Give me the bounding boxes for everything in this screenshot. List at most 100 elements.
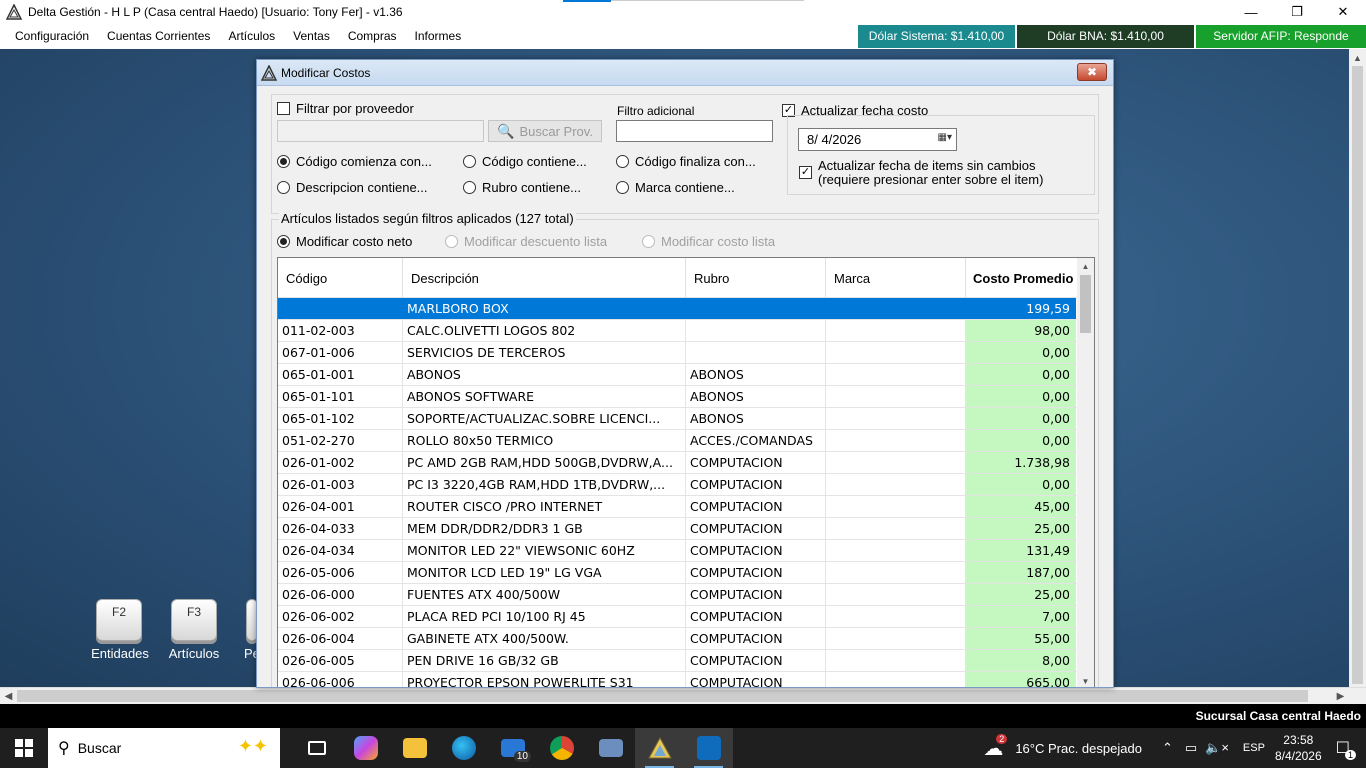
- desktop-vertical-scrollbar[interactable]: ▲: [1349, 49, 1366, 687]
- table-row[interactable]: 065-01-101 ABONOS SOFTWARE ABONOS 0,00: [278, 386, 1078, 408]
- cell-costo-promedio[interactable]: 0,00: [966, 386, 1076, 407]
- radio-icon[interactable]: [463, 181, 476, 194]
- cell-costo-promedio[interactable]: 25,00: [966, 518, 1076, 539]
- dialog-close-button[interactable]: ✖: [1077, 63, 1107, 81]
- table-row[interactable]: 026-04-033 MEM DDR/DDR2/DDR3 1 GB COMPUTAC…: [278, 518, 1078, 540]
- radio-modificar-costo-lista[interactable]: Modificar costo lista: [642, 234, 775, 249]
- cell-costo-promedio[interactable]: 0,00: [966, 364, 1076, 385]
- radio-icon[interactable]: [463, 155, 476, 168]
- shortcut-label-entidades[interactable]: Entidades: [85, 646, 155, 661]
- f2-key-icon[interactable]: F2: [96, 599, 142, 641]
- chevron-up-icon[interactable]: ⌃: [1162, 740, 1173, 756]
- grid-scroll-thumb[interactable]: [1080, 275, 1091, 333]
- cell-costo-promedio[interactable]: 0,00: [966, 342, 1076, 363]
- radio-modificar-costo-neto[interactable]: Modificar costo neto: [277, 234, 412, 249]
- scroll-thumb[interactable]: [1352, 66, 1363, 684]
- cell-costo-promedio[interactable]: 0,00: [966, 408, 1076, 429]
- scroll-right-icon[interactable]: ▶: [1332, 688, 1349, 705]
- task-view-icon[interactable]: [292, 728, 341, 768]
- cell-costo-promedio[interactable]: 199,59: [966, 298, 1076, 319]
- column-header-codigo[interactable]: Código: [278, 258, 403, 298]
- radio-icon[interactable]: [445, 235, 458, 248]
- cell-costo-promedio[interactable]: 45,00: [966, 496, 1076, 517]
- table-row[interactable]: 026-01-003 PC I3 3220,4GB RAM,HDD 1TB,DVD…: [278, 474, 1078, 496]
- column-header-rubro[interactable]: Rubro: [686, 258, 826, 298]
- grid-vertical-scrollbar[interactable]: ▲ ▼: [1077, 258, 1094, 687]
- scroll-up-icon[interactable]: ▲: [1349, 49, 1366, 66]
- table-row[interactable]: 067-01-006 SERVICIOS DE TERCEROS 0,00: [278, 342, 1078, 364]
- minimize-button[interactable]: —: [1228, 0, 1274, 24]
- menu-articulos[interactable]: Artículos: [219, 24, 284, 49]
- dolar-sistema-badge[interactable]: Dólar Sistema: $1.410,00: [858, 25, 1015, 48]
- table-row[interactable]: 065-01-001 ABONOS ABONOS 0,00: [278, 364, 1078, 386]
- file-explorer-icon[interactable]: [390, 728, 439, 768]
- chrome-icon[interactable]: [537, 728, 586, 768]
- hscroll-thumb[interactable]: [17, 690, 1308, 702]
- menu-configuracion[interactable]: Configuración: [0, 24, 98, 49]
- battery-icon[interactable]: ▭: [1185, 740, 1197, 756]
- table-row[interactable]: 026-04-001 ROUTER CISCO /PRO INTERNET COMP…: [278, 496, 1078, 518]
- table-row[interactable]: 026-06-004 GABINETE ATX 400/500W. COMPUTAC…: [278, 628, 1078, 650]
- table-row[interactable]: 065-01-102 SOPORTE/ACTUALIZAC.SOBRE LICEN…: [278, 408, 1078, 430]
- table-row[interactable]: 026-04-034 MONITOR LED 22" VIEWSONIC 60HZ…: [278, 540, 1078, 562]
- cell-costo-promedio[interactable]: 1.738,98: [966, 452, 1076, 473]
- radio-codigo-finaliza[interactable]: Código finaliza con...: [616, 154, 756, 169]
- clock[interactable]: 23:58 8/4/2026: [1275, 732, 1322, 764]
- maximize-button[interactable]: ❐: [1274, 0, 1320, 24]
- scroll-up-icon[interactable]: ▲: [1077, 258, 1094, 275]
- scroll-down-icon[interactable]: ▼: [1077, 673, 1094, 687]
- close-button[interactable]: ✕: [1320, 0, 1366, 24]
- radio-icon[interactable]: [616, 155, 629, 168]
- table-row[interactable]: MARLBORO BOX 199,59: [278, 298, 1078, 320]
- checkmark-icon[interactable]: ✓: [799, 166, 812, 179]
- filtro-adicional-input[interactable]: [616, 120, 773, 142]
- radio-icon[interactable]: [277, 181, 290, 194]
- f3-key-icon[interactable]: F3: [171, 599, 217, 641]
- table-row[interactable]: 011-02-003 CALC.OLIVETTI LOGOS 802 98,00: [278, 320, 1078, 342]
- menu-cuentas-corrientes[interactable]: Cuentas Corrientes: [98, 24, 219, 49]
- radio-codigo-comienza[interactable]: Código comienza con...: [277, 154, 432, 169]
- calendar-dropdown-icon[interactable]: ▦▾: [938, 132, 952, 143]
- shortcut-label-articulos[interactable]: Artículos: [159, 646, 229, 661]
- afip-status-badge[interactable]: Servidor AFIP: Responde OK: [1196, 25, 1366, 66]
- proveedor-input[interactable]: [277, 120, 484, 142]
- table-row[interactable]: 026-06-000 FUENTES ATX 400/500W COMPUTACIO…: [278, 584, 1078, 606]
- cell-costo-promedio[interactable]: 665,00: [966, 672, 1076, 687]
- column-header-marca[interactable]: Marca: [826, 258, 966, 298]
- notification-icon[interactable]: ☐ 1: [1336, 738, 1356, 760]
- cell-costo-promedio[interactable]: 98,00: [966, 320, 1076, 341]
- remote-tool-icon[interactable]: [586, 728, 635, 768]
- table-row[interactable]: 026-05-006 MONITOR LCD LED 19" LG VGA COMP…: [278, 562, 1078, 584]
- cell-costo-promedio[interactable]: 0,00: [966, 430, 1076, 451]
- buscar-prov-button[interactable]: 🔍 Buscar Prov.: [488, 120, 602, 142]
- volume-muted-icon[interactable]: 🔈×: [1205, 740, 1229, 756]
- table-row[interactable]: 026-06-006 PROYECTOR EPSON POWERLITE S31 C…: [278, 672, 1078, 687]
- scroll-left-icon[interactable]: ◀: [0, 688, 17, 705]
- cell-costo-promedio[interactable]: 8,00: [966, 650, 1076, 671]
- mail-icon[interactable]: 10: [488, 728, 537, 768]
- radio-selected-icon[interactable]: [277, 235, 290, 248]
- outlook-icon[interactable]: [684, 728, 733, 768]
- dolar-bna-badge[interactable]: Dólar BNA: $1.410,00 ($1.833,00): [1017, 25, 1194, 66]
- radio-descripcion-contiene[interactable]: Descripcion contiene...: [277, 180, 428, 195]
- radio-codigo-contiene[interactable]: Código contiene...: [463, 154, 587, 169]
- column-header-costo-promedio[interactable]: Costo Promedio: [966, 258, 1078, 298]
- table-row[interactable]: 026-06-005 PEN DRIVE 16 GB/32 GB COMPUTACI…: [278, 650, 1078, 672]
- table-row[interactable]: 026-06-002 PLACA RED PCI 10/100 RJ 45 COMP…: [278, 606, 1078, 628]
- copilot-icon[interactable]: [341, 728, 390, 768]
- radio-icon[interactable]: [642, 235, 655, 248]
- windows-start-button[interactable]: [0, 728, 48, 768]
- radio-modificar-descuento-lista[interactable]: Modificar descuento lista: [445, 234, 607, 249]
- menu-informes[interactable]: Informes: [406, 24, 471, 49]
- cell-costo-promedio[interactable]: 131,49: [966, 540, 1076, 561]
- cell-costo-promedio[interactable]: 25,00: [966, 584, 1076, 605]
- cell-costo-promedio[interactable]: 187,00: [966, 562, 1076, 583]
- filtrar-proveedor-checkbox[interactable]: Filtrar por proveedor: [277, 101, 414, 116]
- checkbox-icon[interactable]: [277, 102, 290, 115]
- weather-widget[interactable]: ☁ 2 16°C Prac. despejado: [983, 733, 1142, 761]
- cell-costo-promedio[interactable]: 7,00: [966, 606, 1076, 627]
- table-row[interactable]: 051-02-270 ROLLO 80x50 TERMICO ACCES./COMA…: [278, 430, 1078, 452]
- table-row[interactable]: 026-01-002 PC AMD 2GB RAM,HDD 500GB,DVDRW…: [278, 452, 1078, 474]
- radio-marca-contiene[interactable]: Marca contiene...: [616, 180, 735, 195]
- taskbar-search-input[interactable]: ⚲ Buscar ✦✦: [48, 728, 280, 768]
